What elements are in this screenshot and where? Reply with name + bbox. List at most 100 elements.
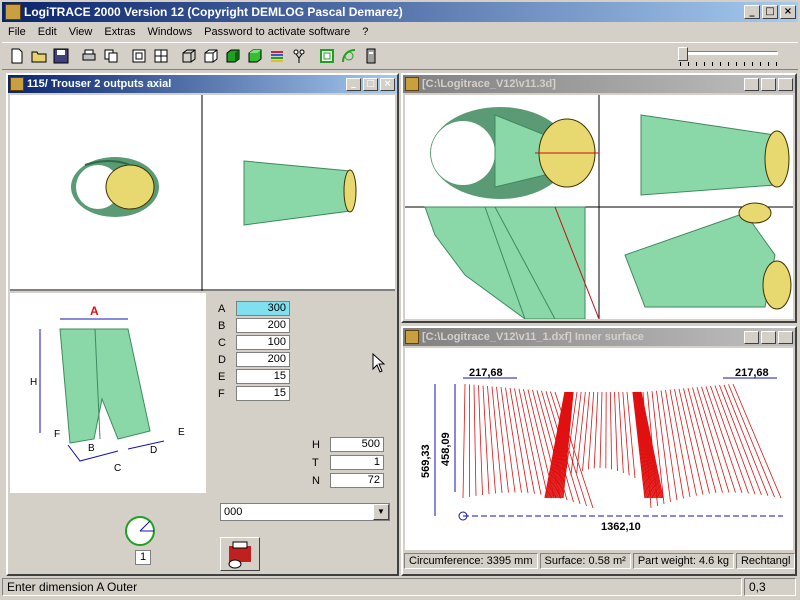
dim-right-top-label: 217,68 bbox=[735, 367, 769, 379]
menu-extras[interactable]: Extras bbox=[98, 26, 141, 38]
dim-left-top-label: 217,68 bbox=[469, 367, 503, 379]
window-dxf-close-button[interactable]: × bbox=[778, 330, 793, 344]
app-logo-icon bbox=[5, 4, 21, 20]
flat-pattern-drawing[interactable]: 217,68 217,68 1362,10 569,33 458,09 bbox=[405, 348, 793, 550]
status-bar: Enter dimension A Outer 0,3 bbox=[2, 578, 798, 598]
preset-dropdown-value: 000 bbox=[224, 506, 243, 518]
wireframe-cube-icon[interactable] bbox=[178, 45, 200, 67]
frame-icon[interactable] bbox=[316, 45, 338, 67]
open-folder-icon[interactable] bbox=[28, 45, 50, 67]
chevron-down-icon[interactable]: ▼ bbox=[373, 504, 389, 520]
color-stripes-icon[interactable] bbox=[266, 45, 288, 67]
surface-cell: Surface: 0.58 m² bbox=[539, 553, 631, 569]
window-part-title: 115/ Trouser 2 outputs axial bbox=[27, 78, 172, 90]
save-icon[interactable] bbox=[50, 45, 72, 67]
dim-row-d: D 200 bbox=[218, 352, 290, 367]
dim-label: B bbox=[218, 319, 226, 332]
window-3d-close-button[interactable]: × bbox=[778, 77, 793, 91]
window-dxf-title-bar[interactable]: [C:\Logitrace_V12\v11_1.dxf] Inner surfa… bbox=[403, 328, 795, 346]
outline-cube-icon[interactable] bbox=[200, 45, 222, 67]
window-3d[interactable]: [C:\Logitrace_V12\v11.3d] _ □ × bbox=[401, 73, 797, 323]
zoom-slider[interactable] bbox=[678, 47, 782, 67]
dim-row-n: N 72 bbox=[312, 473, 384, 488]
menu-help[interactable]: ? bbox=[356, 26, 374, 38]
dim-height-outer-label: 569,33 bbox=[420, 444, 432, 478]
print-icon[interactable] bbox=[78, 45, 100, 67]
sketch-label-b: B bbox=[88, 443, 95, 454]
sketch-label-f: F bbox=[54, 429, 60, 440]
dim-label: F bbox=[218, 387, 225, 400]
window-3d-title: [C:\Logitrace_V12\v11.3d] bbox=[422, 78, 556, 90]
part-views-3d[interactable] bbox=[10, 95, 395, 291]
dim-c-field[interactable]: 100 bbox=[236, 335, 290, 350]
views-3d[interactable] bbox=[405, 95, 793, 319]
app-title: LogiTRACE 2000 Version 12 (Copyright DEM… bbox=[24, 5, 403, 19]
window-icon bbox=[405, 330, 419, 344]
dim-e-field[interactable]: 15 bbox=[236, 369, 290, 384]
solid-cube-icon[interactable] bbox=[244, 45, 266, 67]
front-view-shape bbox=[71, 157, 159, 217]
minimize-button[interactable]: _ bbox=[744, 5, 760, 19]
dim-row-h: H 500 bbox=[312, 437, 384, 452]
window-icon bbox=[10, 77, 24, 91]
dim-row-t: T 1 bbox=[312, 455, 384, 470]
menu-password[interactable]: Password to activate software bbox=[198, 26, 356, 38]
copy-icon[interactable] bbox=[100, 45, 122, 67]
slider-thumb[interactable] bbox=[678, 47, 688, 61]
dim-row-f: F 15 bbox=[218, 386, 290, 401]
window-dxf[interactable]: [C:\Logitrace_V12\v11_1.dxf] Inner surfa… bbox=[401, 326, 797, 576]
dim-t-field[interactable]: 1 bbox=[330, 455, 384, 470]
menu-view[interactable]: View bbox=[63, 26, 99, 38]
gray-box-icon[interactable] bbox=[360, 45, 382, 67]
new-file-icon[interactable] bbox=[6, 45, 28, 67]
window-dxf-maximize-button[interactable]: □ bbox=[761, 330, 776, 344]
dim-h-field[interactable]: 500 bbox=[330, 437, 384, 452]
window-part-title-bar[interactable]: 115/ Trouser 2 outputs axial _ □ × bbox=[8, 75, 397, 93]
preset-dropdown[interactable]: 000 ▼ bbox=[220, 503, 390, 521]
close-button[interactable]: × bbox=[780, 5, 796, 19]
dim-row-c: C 100 bbox=[218, 335, 290, 350]
window-3d-maximize-button[interactable]: □ bbox=[761, 77, 776, 91]
dim-width-label: 1362,10 bbox=[601, 521, 641, 533]
maximize-button[interactable]: □ bbox=[762, 5, 778, 19]
window-part-minimize-button[interactable]: _ bbox=[346, 77, 361, 91]
window-part-maximize-button[interactable]: □ bbox=[363, 77, 378, 91]
mouse-cursor-icon bbox=[372, 353, 386, 373]
part-draw-icon bbox=[228, 541, 251, 569]
window-3d-minimize-button[interactable]: _ bbox=[744, 77, 759, 91]
window-part-close-button[interactable]: × bbox=[380, 77, 395, 91]
menu-windows[interactable]: Windows bbox=[142, 26, 199, 38]
dim-n-field[interactable]: 72 bbox=[330, 473, 384, 488]
menu-edit[interactable]: Edit bbox=[32, 26, 63, 38]
shape-cell: Rechtangl bbox=[735, 553, 796, 569]
menu-bar: File Edit View Extras Windows Password t… bbox=[2, 23, 798, 41]
draw-part-button[interactable] bbox=[220, 537, 260, 571]
dim-height-inner-label: 458,09 bbox=[440, 432, 452, 466]
single-view-icon[interactable] bbox=[128, 45, 150, 67]
angle-field[interactable]: 1 bbox=[135, 550, 151, 565]
dim-b-field[interactable]: 200 bbox=[236, 318, 290, 333]
tree-icon[interactable] bbox=[288, 45, 310, 67]
dim-label: E bbox=[218, 370, 226, 383]
dxf-info-bar: Circumference: 3395 mm Surface: 0.58 m² … bbox=[403, 552, 796, 570]
app-title-bar: LogiTRACE 2000 Version 12 (Copyright DEM… bbox=[2, 2, 798, 22]
window-dxf-minimize-button[interactable]: _ bbox=[744, 330, 759, 344]
window-3d-title-bar[interactable]: [C:\Logitrace_V12\v11.3d] _ □ × bbox=[403, 75, 795, 93]
four-views-icon[interactable] bbox=[150, 45, 172, 67]
curve-icon[interactable] bbox=[338, 45, 360, 67]
dim-row-b: B 200 bbox=[218, 318, 290, 333]
window-icon bbox=[405, 77, 419, 91]
shaded-cube-icon[interactable] bbox=[222, 45, 244, 67]
window-part[interactable]: 115/ Trouser 2 outputs axial _ □ × A H B… bbox=[6, 73, 399, 576]
sketch-label-a: A bbox=[90, 304, 99, 318]
dim-d-field[interactable]: 200 bbox=[236, 352, 290, 367]
dim-label: C bbox=[218, 336, 226, 349]
dim-a-field[interactable]: 300 bbox=[236, 301, 290, 316]
dim-f-field[interactable]: 15 bbox=[236, 386, 290, 401]
status-value: 0,3 bbox=[744, 578, 796, 596]
angle-icon[interactable] bbox=[120, 515, 160, 547]
weight-cell: Part weight: 4.6 kg bbox=[632, 553, 734, 569]
dim-label: D bbox=[218, 353, 226, 366]
sketch-label-c: C bbox=[114, 463, 121, 474]
menu-file[interactable]: File bbox=[2, 26, 32, 38]
